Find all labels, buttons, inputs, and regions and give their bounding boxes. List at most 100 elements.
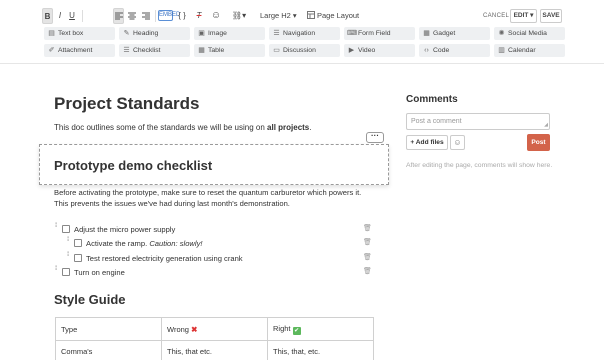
comments-title: Comments (406, 94, 458, 105)
dragged-heading-text: Prototype demo checklist (54, 158, 213, 173)
edit-dropdown-button[interactable]: EDIT ▾ (510, 9, 537, 23)
italic-button[interactable]: I (55, 8, 65, 24)
insert-code[interactable]: ‹› Code (419, 44, 490, 57)
smiley-icon: ☺ (210, 10, 222, 21)
table-icon: ▦ (198, 47, 205, 54)
image-icon: ▣ (198, 30, 205, 37)
intro-bold-text: all projects (267, 123, 310, 132)
insert-image[interactable]: ▣ Image (194, 27, 265, 40)
code-button[interactable]: { } (176, 8, 188, 24)
align-center-icon (127, 12, 136, 20)
trash-icon[interactable]: 🗑 (363, 225, 372, 233)
align-right-icon (141, 12, 150, 20)
checkbox[interactable] (74, 254, 82, 262)
page-title[interactable]: Project Standards (54, 94, 200, 114)
chevron-down-icon: ▾ (242, 11, 247, 20)
heading-icon: ✎ (123, 30, 130, 37)
link-icon: ⛓ (231, 11, 243, 20)
align-left-button[interactable] (113, 8, 124, 24)
trash-icon[interactable]: 🗑 (363, 239, 372, 247)
discussion-icon: ▭ (273, 47, 280, 54)
heading-size-select[interactable]: Large H2 ▾ (260, 8, 297, 24)
attachment-icon: ✐ (48, 47, 55, 54)
trash-icon[interactable]: 🗑 (363, 254, 372, 262)
toolbar-divider (82, 10, 83, 22)
drag-handle-icon[interactable]: ⁞⁞ (67, 237, 72, 248)
social-media-icon: ✺ (498, 30, 505, 37)
table-cell[interactable]: Wrong ✖ (161, 317, 268, 341)
underline-button[interactable]: U (67, 8, 77, 24)
add-files-button[interactable]: + Add files (406, 135, 448, 150)
text-box-icon: ▤ (48, 30, 55, 37)
checkbox[interactable] (62, 268, 70, 276)
trash-icon[interactable]: 🗑 (363, 268, 372, 276)
intro-paragraph[interactable]: This doc outlines some of the standards … (54, 123, 312, 132)
style-guide-table: Type Wrong ✖ Right ✔ Comma's This, that … (55, 317, 374, 360)
checklist-item-text: Turn on engine (74, 268, 125, 277)
insert-table[interactable]: ▦ Table (194, 44, 265, 57)
page-layout-label: Page Layout (317, 11, 360, 20)
table-header-row: Type Wrong ✖ Right ✔ (55, 317, 374, 341)
save-button[interactable]: SAVE (540, 9, 562, 23)
align-left-icon (114, 12, 123, 20)
checklist-item-text: Adjust the micro power supply (74, 225, 176, 234)
calendar-icon: ▥ (498, 47, 505, 54)
clear-formatting-button[interactable]: T (193, 8, 205, 24)
insert-attachment[interactable]: ✐ Attachment (44, 44, 115, 57)
cancel-button[interactable]: CANCEL (483, 8, 509, 24)
comment-input[interactable]: Post a comment ◢ (406, 113, 550, 130)
paragraph-line[interactable]: Before activating the prototype, make su… (54, 188, 361, 197)
post-comment-button[interactable]: Post (527, 134, 550, 151)
smiley-icon: ☺ (453, 138, 462, 147)
table-cell[interactable]: Right ✔ (267, 317, 374, 341)
clear-formatting-icon: T (196, 11, 202, 20)
checklist-icon: ☰ (123, 47, 130, 54)
comment-placeholder: Post a comment (411, 118, 462, 125)
checkbox[interactable] (62, 225, 70, 233)
format-toolbar-row: B I U EMBED { } T ☺ ⛓▾ Large H2 ▾ Page L… (40, 8, 600, 24)
checklist-item-text: Test restored electricity generation usi… (86, 254, 243, 263)
emoji-button[interactable]: ☺ (210, 8, 222, 24)
cross-mark-icon: ✖ (191, 324, 198, 334)
comments-note: After editing the page, comments will sh… (406, 162, 553, 169)
link-button[interactable]: ⛓▾ (229, 8, 249, 24)
insert-checklist[interactable]: ☰ Checklist (119, 44, 190, 57)
gadget-icon: ▦ (423, 30, 430, 37)
navigation-icon: ☰ (273, 30, 280, 37)
insert-heading[interactable]: ✎ Heading (119, 27, 190, 40)
code-icon: ‹› (424, 47, 429, 54)
insert-navigation[interactable]: ☰ Navigation (269, 27, 340, 40)
more-options-button[interactable]: ··· (366, 132, 384, 143)
table-cell[interactable]: Comma's (55, 340, 162, 360)
section-heading[interactable]: Style Guide (54, 292, 126, 307)
table-cell[interactable]: Type (55, 317, 162, 341)
table-cell[interactable]: This, that, etc. (267, 340, 374, 360)
insert-text-box[interactable]: ▤ Text box (44, 27, 115, 40)
insert-discussion[interactable]: ▭ Discussion (269, 44, 340, 57)
embed-button[interactable]: EMBED (158, 10, 180, 21)
toolbar-divider (155, 10, 156, 22)
paragraph-line[interactable]: This prevents the issues we've had durin… (54, 199, 290, 208)
insert-social-media[interactable]: ✺ Social Media (494, 27, 565, 40)
insert-form-field[interactable]: ⌨ Form Field (344, 27, 415, 40)
bold-button[interactable]: B (42, 8, 53, 24)
drag-handle-icon[interactable]: ⁞⁞ (55, 266, 60, 277)
page-layout-icon (307, 11, 315, 19)
table-cell[interactable]: This, that etc. (161, 340, 268, 360)
check-mark-icon: ✔ (292, 326, 301, 335)
table-row: Comma's This, that etc. This, that, etc. (55, 340, 374, 360)
align-center-button[interactable] (126, 8, 137, 24)
checkbox[interactable] (74, 239, 82, 247)
insert-calendar[interactable]: ▥ Calendar (494, 44, 565, 57)
resize-handle-icon[interactable]: ◢ (544, 123, 548, 128)
align-right-button[interactable] (140, 8, 151, 24)
checklist-item-text: Activate the ramp. Caution: slowly! (86, 239, 203, 248)
drag-handle-icon[interactable]: ⁞⁞ (67, 252, 72, 263)
editor-toolbar: B I U EMBED { } T ☺ ⛓▾ Large H2 ▾ Page L… (0, 0, 604, 64)
insert-gadget[interactable]: ▦ Gadget (419, 27, 490, 40)
drag-handle-icon[interactable]: ⁞⁞ (55, 223, 60, 234)
dragged-heading-block[interactable]: Prototype demo checklist (39, 144, 389, 185)
page-layout-button[interactable]: Page Layout (307, 8, 359, 24)
insert-video[interactable]: ▶ Video (344, 44, 415, 57)
comment-emoji-button[interactable]: ☺ (450, 135, 465, 150)
